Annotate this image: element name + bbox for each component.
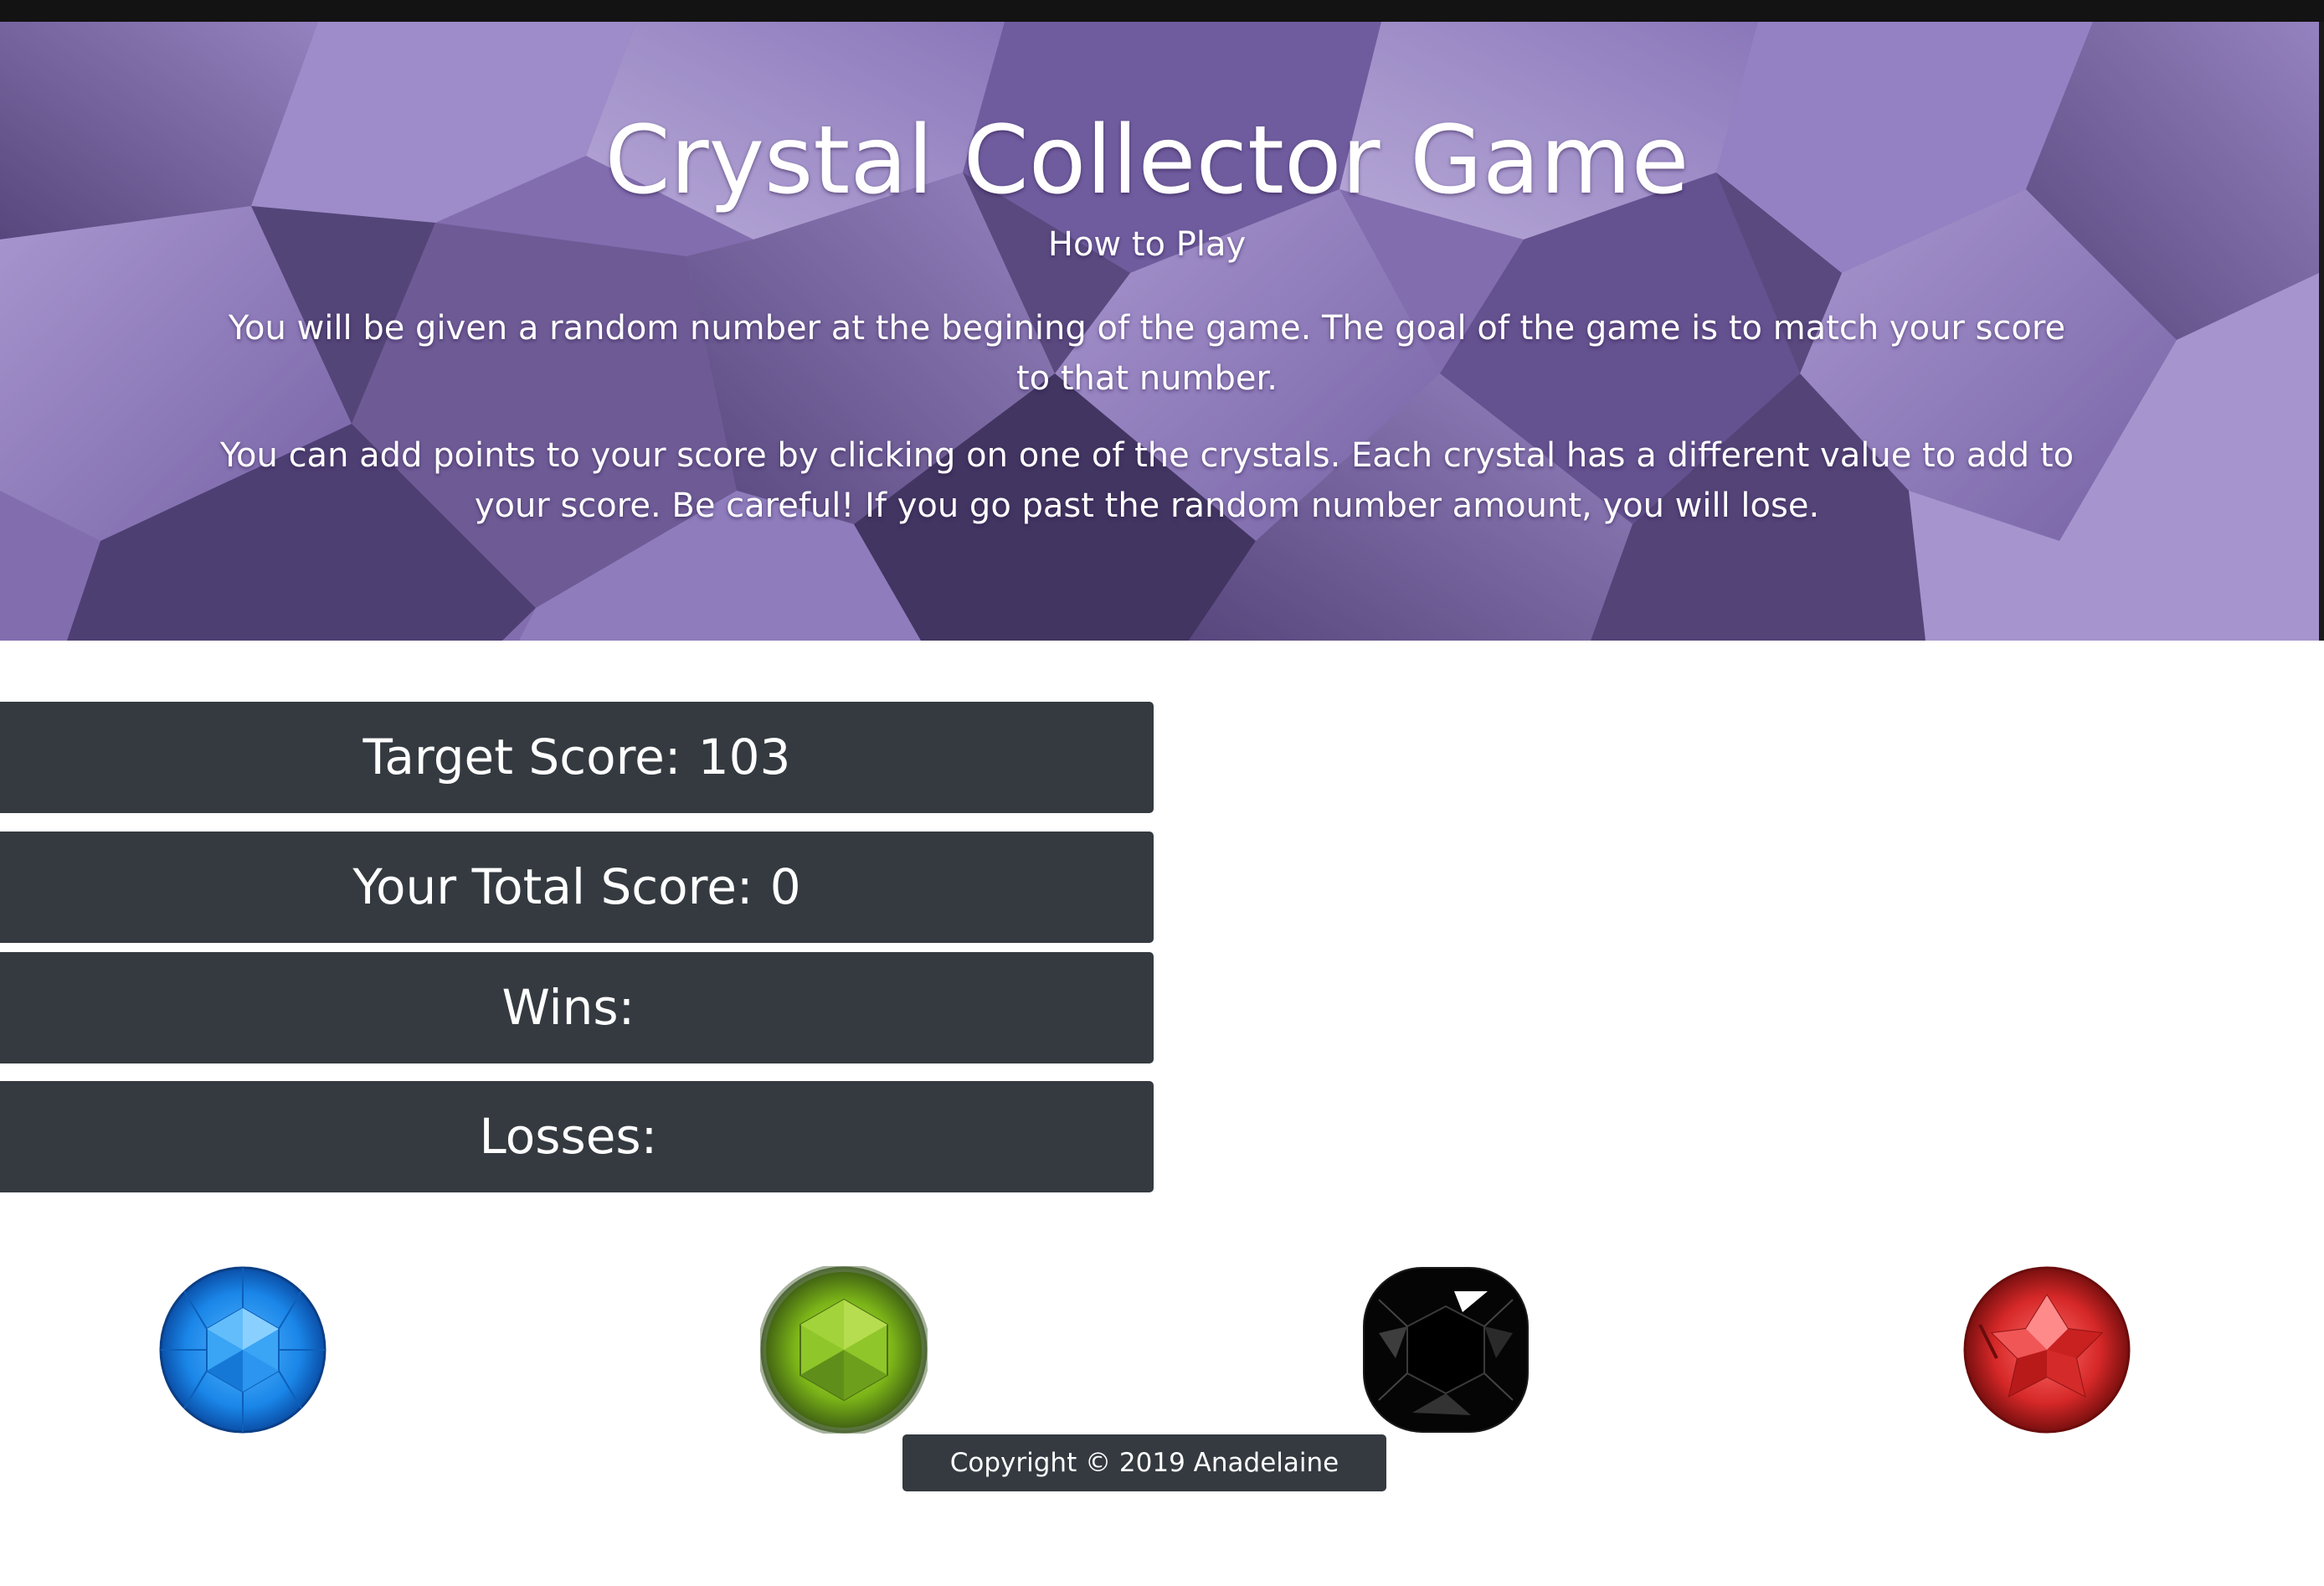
blue-gem-icon <box>159 1266 326 1434</box>
hero-content: Crystal Collector Game How to Play You w… <box>0 22 2319 641</box>
target-score-value: 103 <box>697 729 791 785</box>
top-strip <box>0 0 2324 22</box>
red-gem-icon <box>1963 1266 2131 1434</box>
wins-label: Wins: <box>501 979 635 1036</box>
how-to-play-heading: How to Play <box>1047 225 1247 264</box>
losses-label: Losses: <box>479 1108 658 1165</box>
black-gem-icon <box>1363 1267 1529 1433</box>
total-score-value: 0 <box>769 858 801 915</box>
black-crystal-button[interactable] <box>1362 1266 1530 1434</box>
red-crystal-button[interactable] <box>1963 1266 2131 1434</box>
green-gem-icon <box>760 1266 928 1434</box>
hero-banner: Crystal Collector Game How to Play You w… <box>0 22 2319 641</box>
page-title: Crystal Collector Game <box>604 106 1689 215</box>
blue-crystal-button[interactable] <box>159 1266 326 1434</box>
target-score-label: Target Score: <box>362 729 681 785</box>
total-score-label: Your Total Score: <box>352 858 753 915</box>
green-crystal-button[interactable] <box>760 1266 928 1434</box>
hero-right-edge <box>2319 22 2324 641</box>
target-score-panel: Target Score: 103 <box>0 702 1154 813</box>
losses-panel: Losses: <box>0 1081 1154 1192</box>
instructions-paragraph-2: You can add points to your score by clic… <box>219 436 2075 525</box>
copyright-text: Copyright © 2019 Anadelaine Catalla <box>949 1448 1339 1535</box>
total-score-panel: Your Total Score: 0 <box>0 832 1154 943</box>
instructions-paragraph-1: You will be given a random number at the… <box>228 309 2066 398</box>
copyright-footer: Copyright © 2019 Anadelaine Catalla <box>902 1434 1386 1535</box>
wins-panel: Wins: <box>0 952 1154 1063</box>
